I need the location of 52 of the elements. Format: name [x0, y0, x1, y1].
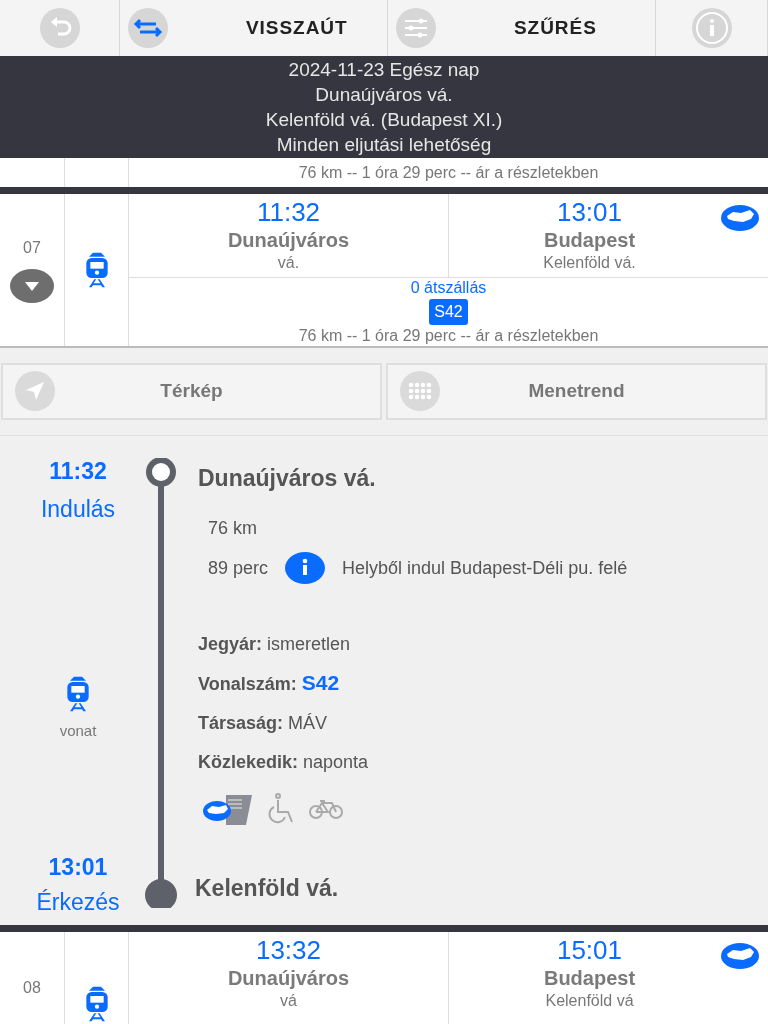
summary-line: Minden eljutási lehetőség [276, 132, 492, 157]
line-badge: S42 [429, 298, 468, 325]
departure-time: 11:32 [256, 196, 321, 227]
arrival-time: 13:01 [48, 853, 108, 883]
transport-mode: vonat [59, 721, 97, 742]
arrival-label: Érkezés [36, 887, 120, 917]
trip-fact: Társaság: MÁV [198, 712, 329, 736]
arrival-station: Budapest [543, 227, 636, 253]
navigation-icon [15, 371, 55, 412]
departure-stop: vá [280, 991, 297, 1011]
route-summary: 76 km -- 1 óra 29 perc -- ár a részletekben [298, 162, 599, 183]
hungary-map-icon [720, 942, 760, 970]
info-icon[interactable] [285, 552, 326, 585]
distance: 76 km [208, 517, 259, 541]
result-number: 08 [23, 978, 41, 998]
duration: 89 perc [208, 556, 269, 580]
arrival-time: 13:01 [556, 196, 623, 227]
arrival-stop: Kelenföld vá [545, 991, 634, 1011]
departure-time: 11:32 [49, 456, 107, 486]
departure-stop: vá. [277, 252, 300, 273]
route-summary: 76 km -- 1 óra 29 perc -- ár a részletekben [298, 325, 599, 346]
undo-icon [39, 7, 80, 48]
trip-fact: Jegyár: ismeretlen [198, 633, 352, 657]
summary-line: 2024-11-23 Egész nap [288, 57, 480, 82]
arrival-station: Kelenföld vá. [195, 873, 340, 903]
wheelchair-icon [268, 793, 296, 826]
result-number: 07 [23, 237, 41, 258]
trip-fact: Közlekedik: naponta [198, 751, 370, 775]
departure-note: Helyből indul Budapest-Déli pu. felé [342, 556, 628, 580]
detail-tab[interactable]: Térkép [1, 362, 382, 420]
transfer-count: 0 átszállás [410, 277, 487, 298]
departure-label: Indulás [40, 495, 116, 525]
swap-icon [128, 7, 168, 48]
arrival-station: Budapest [543, 966, 636, 991]
bicycle-icon [308, 797, 344, 822]
sliders-icon [396, 7, 436, 48]
arrival-stop: Kelenföld vá. [543, 252, 636, 273]
departure-time: 13:32 [255, 935, 322, 965]
hungary-map-icon [720, 203, 760, 232]
detail-tab[interactable]: Menetrend [386, 362, 767, 420]
summary-line: Kelenföld vá. (Budapest XI.) [265, 107, 503, 132]
expand-icon[interactable] [10, 267, 54, 304]
result-row[interactable]: 08 13:32 Dunaújváros vá 15:01 Budapest Kelenföld vá [0, 932, 768, 1024]
trip-fact: Vonalszám: S42 [198, 671, 341, 697]
departure-station: Dunaújváros [227, 227, 350, 253]
arrival-time: 15:01 [556, 935, 623, 965]
summary-line: Dunaújváros vá. [315, 82, 453, 107]
grid-icon [400, 371, 440, 412]
result-row[interactable]: 07 11:32 Dunaújváros vá. 13:01 Budapest Kelenföld vá. 0 átszállás S42 76 km -- 1 óra 29 perc -- ár a részletekben [0, 193, 768, 348]
departure-station: Dunaújváros [227, 966, 350, 991]
info-icon [691, 7, 732, 48]
departure-station: Dunaújváros vá. [198, 463, 377, 493]
